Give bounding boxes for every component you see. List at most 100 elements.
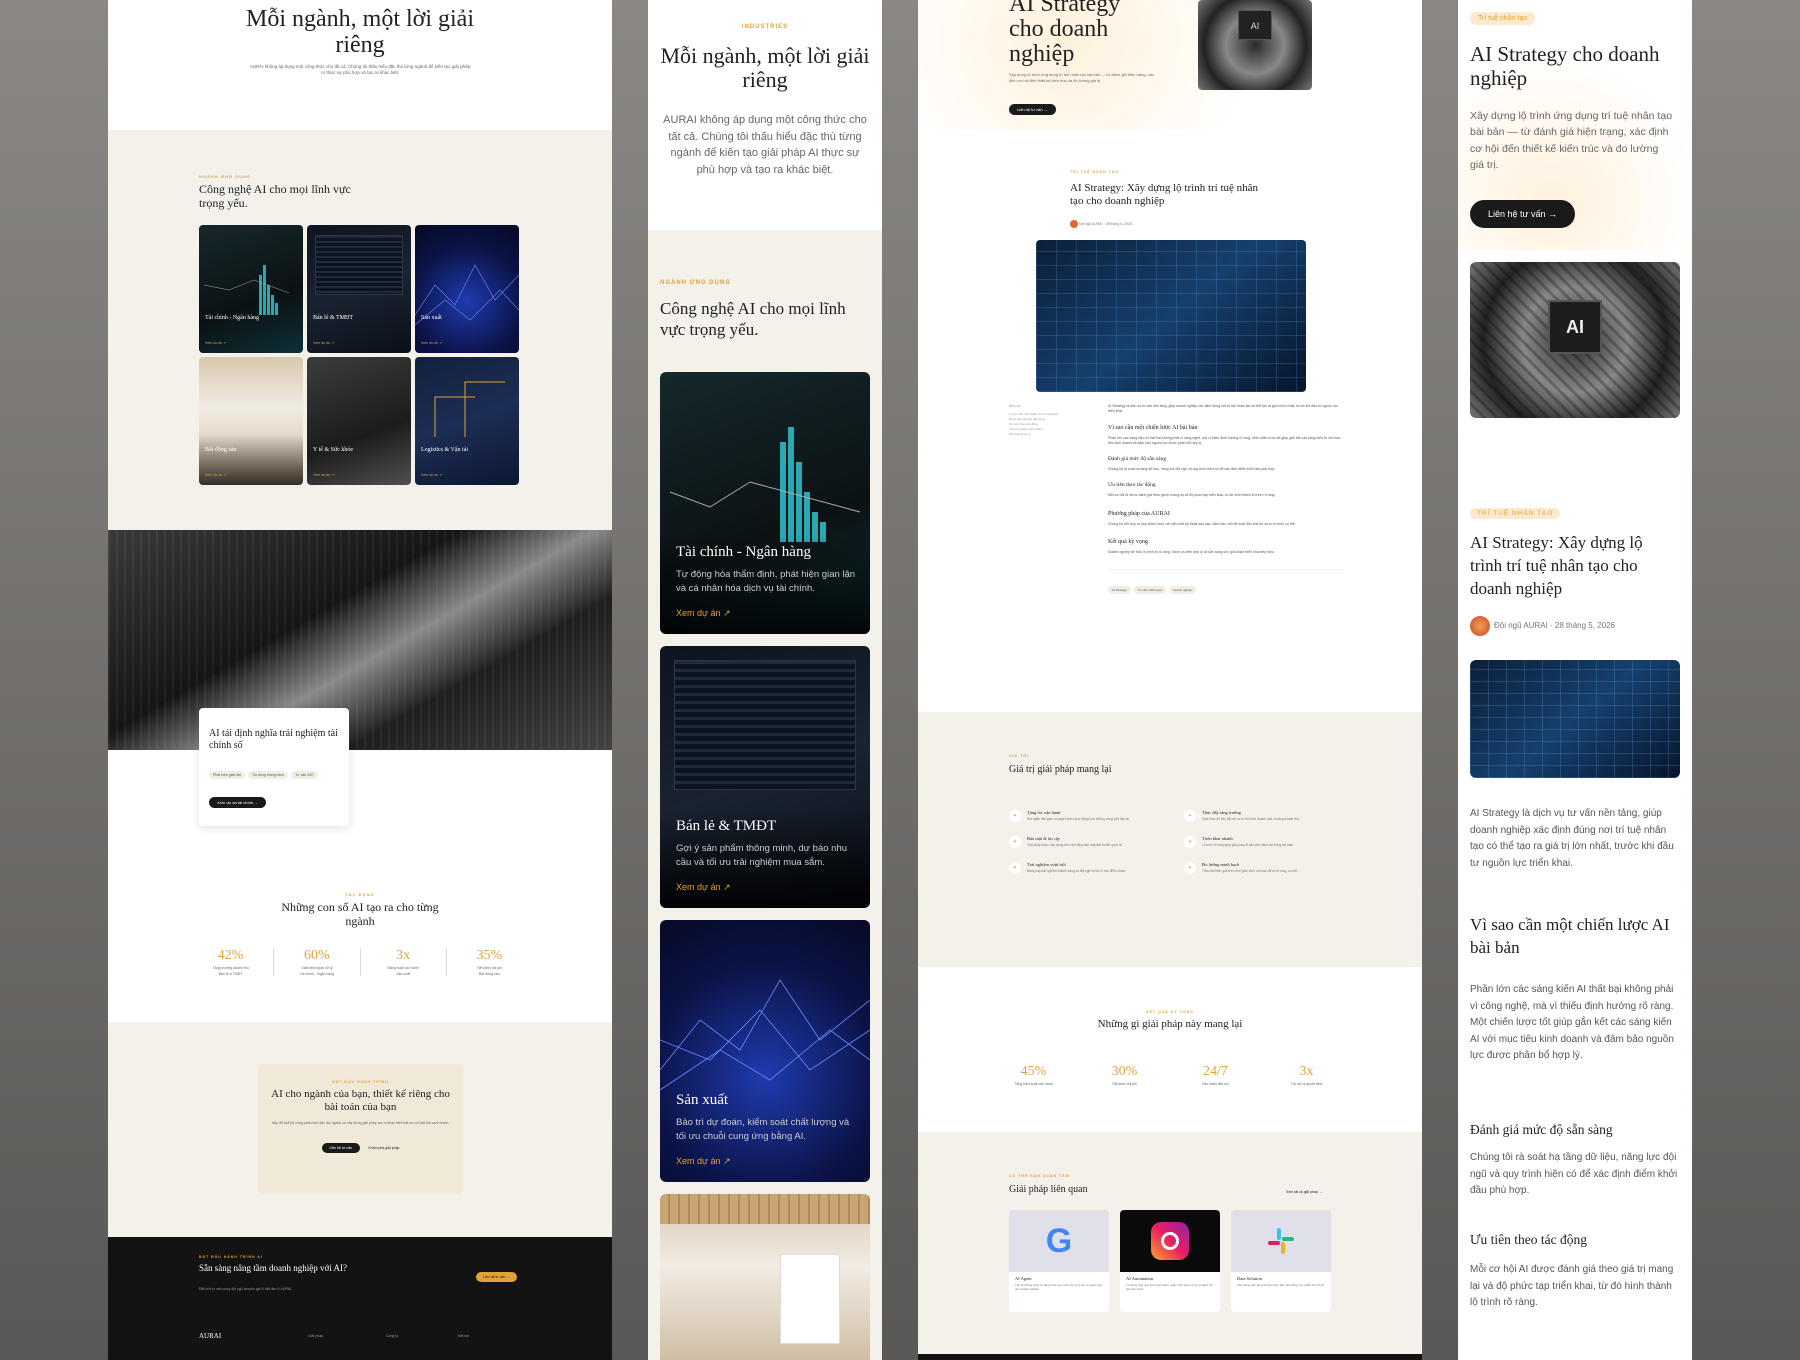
- hero-description: AURAI không áp dụng một công thức cho tấ…: [249, 64, 471, 76]
- card-link[interactable]: Xem dự án ↗: [421, 473, 442, 477]
- card-link[interactable]: Xem dự án ↗: [676, 608, 731, 619]
- tag[interactable]: Tư vấn chiến lược: [1133, 586, 1167, 594]
- industry-card-manufacturing[interactable]: Sản xuất Bảo trì dự đoán, kiểm soát chất…: [660, 920, 870, 1182]
- result-item: 30% Tiết kiệm chi phí: [1111, 1064, 1138, 1086]
- value-item: ✦ Bảo mật & tin cậy Giải pháp được xây dựn…: [1009, 836, 1164, 848]
- card-link[interactable]: Xem dự án ↗: [313, 341, 334, 345]
- card-link[interactable]: Xem dự án ↗: [421, 341, 442, 345]
- industry-card-finance[interactable]: Tài chính - Ngân hàng Xem dự án ↗: [199, 225, 303, 353]
- value-item: ✦ Đo lường minh bạch Theo dõi hiệu quả the…: [1184, 862, 1339, 874]
- results-title: Những gì giải pháp này mang lại: [1097, 1018, 1243, 1030]
- card-title: Y tế & Sức khỏe: [313, 447, 354, 453]
- stat-item: 60% Giảm thời gian xử lý Tài chính - Ngân …: [273, 948, 359, 976]
- card-title: Logistics & Vận tải: [421, 447, 469, 453]
- card-description: Gợi ý sản phẩm thông minh, dự báo nhu cầ…: [676, 843, 848, 869]
- arrow-ne-icon: ↗: [223, 473, 227, 477]
- industry-card-realestate[interactable]: Bất động sản Xem dự án ↗: [199, 357, 303, 485]
- card-description: Bảo trì dự đoán, kiểm soát chất lượng và…: [676, 1117, 850, 1143]
- related-eyebrow: Có thể bạn quan tâm: [1009, 1174, 1070, 1178]
- speed-icon: ✦: [1009, 810, 1021, 822]
- article-heading: Vì sao cần một chiến lược AI bài bản: [1108, 424, 1198, 431]
- cta-primary-button[interactable]: Liên hệ tư vấn: [321, 1143, 360, 1154]
- crane-image: [434, 381, 505, 437]
- footer-eyebrow: Bắt đầu hành trình AI: [199, 1255, 263, 1259]
- toc-item[interactable]: Kết quả kỳ vọng: [1009, 432, 1069, 437]
- footer: Bắt đầu hành trình AI Sẵn sàng nâng tầm …: [108, 1237, 612, 1360]
- author-avatar: [1470, 616, 1490, 636]
- stats-row: 42% Tăng trưởng doanh thu Bán lẻ & TMĐT 60…: [188, 948, 532, 976]
- chart-icon: ✦: [1184, 862, 1196, 874]
- card-link[interactable]: Xem dự án ↗: [676, 1156, 731, 1167]
- arrow-ne-icon: ↗: [723, 882, 731, 892]
- related-all-link[interactable]: Xem tất cả giải pháp →: [1286, 1190, 1322, 1194]
- page-title: Mỗi ngành, một lời giải riêng: [660, 43, 870, 93]
- industry-card-realestate[interactable]: [660, 1194, 870, 1360]
- google-logo-icon: G: [1045, 1221, 1073, 1260]
- arrow-icon: →: [254, 800, 259, 805]
- article-paragraph: Mỗi cơ hội AI được đánh giá theo giá trị…: [1108, 493, 1276, 498]
- industry-card-retail[interactable]: Bán lẻ & TMĐT Xem dự án ↗: [307, 225, 411, 353]
- cta-title: AI cho ngành của bạn, thiết kế riêng cho…: [271, 1088, 450, 1113]
- page-eyebrow: Industries: [741, 24, 789, 30]
- hero-description: Xây dựng lộ trình ứng dụng trí tuệ nhân …: [1470, 110, 1673, 171]
- article-title: AI Strategy: Xây dựng lộ trình trí tuệ n…: [1470, 533, 1643, 598]
- industry-card-manufacturing[interactable]: Sản xuất Xem dự án ↗: [415, 225, 519, 353]
- results-row: 45% Tăng hiệu suất vận hành 30% Tiết kiệm …: [988, 1064, 1352, 1086]
- feature-card: AI tái định nghĩa trải nghiệm tài chính …: [199, 708, 349, 826]
- card-link[interactable]: Xem dự án ↗: [313, 473, 334, 477]
- industry-card-retail[interactable]: Bán lẻ & TMĐT Gợi ý sản phẩm thông minh,…: [660, 646, 870, 908]
- footer-col: Giải pháp: [308, 1334, 323, 1338]
- stats-eyebrow: Tác động: [345, 892, 375, 897]
- related-card-data-solution[interactable]: Data Solution Xây dựng nền tảng dữ liệu …: [1231, 1210, 1331, 1312]
- industry-card-finance[interactable]: Tài chính - Ngân hàng Tự động hóa thẩm đ…: [660, 372, 870, 634]
- industry-card-healthcare[interactable]: Y tế & Sức khỏe Xem dự án ↗: [307, 357, 411, 485]
- page-title: Mỗi ngành, một lời giải riêng: [245, 6, 474, 59]
- growth-icon: ✦: [1184, 810, 1196, 822]
- skyscraper-image: [108, 530, 612, 750]
- feature-button[interactable]: Xem dự án tài chính →: [209, 797, 267, 808]
- article-paragraph: Chúng tôi rà soát hạ tầng dữ liệu, năng …: [1108, 467, 1276, 471]
- values-eyebrow: Giá trị: [1009, 754, 1029, 758]
- hero-contact-button[interactable]: Liên hệ tư vấn →: [1470, 200, 1576, 228]
- arrow-ne-icon: ↗: [331, 341, 335, 345]
- stats-title: Những con số AI tạo ra cho từng ngành: [281, 900, 439, 929]
- industries-desktop-panel: Mỗi ngành, một lời giải riêng AURAI khôn…: [108, 0, 612, 1360]
- results-eyebrow: Kết quả kỳ vọng: [1146, 1010, 1194, 1014]
- value-item: ✦ Triển khai nhanh Lộ trình rõ ràng giúp g…: [1184, 836, 1339, 848]
- tag[interactable]: Doanh nghiệp: [1169, 586, 1197, 594]
- article-body: AI Strategy là dịch vụ tư vấn nền tảng, …: [1108, 404, 1343, 596]
- article-paragraph: Chúng tôi rà soát hạ tầng dữ liệu, năng …: [1470, 1152, 1678, 1196]
- article-paragraph: Chúng tôi kết hợp tư duy chiến lược với …: [1108, 521, 1296, 526]
- card-title: Tài chính - Ngân hàng: [205, 315, 259, 321]
- related-card-ai-agent[interactable]: G AI Agent Tác tử thông minh tự động hóa…: [1009, 1210, 1109, 1312]
- footer-title: Sẵn sàng nâng tầm doanh nghiệp với AI?: [199, 1263, 347, 1273]
- card-title: Sản xuất: [421, 315, 442, 321]
- card-link[interactable]: Xem dự án ↗: [205, 341, 226, 345]
- feature-tags: Phát hiện gian lận Tín dụng thông minh Tư …: [209, 763, 339, 781]
- cta-secondary-button[interactable]: Khám phá giải pháp: [368, 1146, 399, 1150]
- card-link[interactable]: Xem dự án ↗: [205, 473, 226, 477]
- card-title: Sản xuất: [676, 1092, 729, 1108]
- code-screen-image: [315, 235, 403, 295]
- solution-detail-mobile-panel: Trí tuệ nhân tạo AI Strategy cho doanh n…: [1458, 0, 1692, 1360]
- industry-card-logistics[interactable]: Logistics & Vận tải Xem dự án ↗: [415, 357, 519, 485]
- card-link[interactable]: Xem dự án ↗: [676, 882, 731, 893]
- tag[interactable]: AI Strategy: [1108, 586, 1131, 594]
- cta-eyebrow: Bắt đầu hành trình: [332, 1080, 389, 1084]
- hero-contact-button[interactable]: Liên hệ tư vấn →: [1009, 104, 1056, 115]
- author-avatar: [1070, 220, 1078, 228]
- card-title: Bất động sản: [205, 447, 237, 453]
- article-title: AI Strategy: Xây dựng lộ trình trí tuệ n…: [1070, 182, 1259, 208]
- arrow-ne-icon: ↗: [331, 473, 335, 477]
- footer-col: Kết nối: [458, 1334, 469, 1338]
- shield-icon: ✦: [1009, 836, 1021, 848]
- related-card-ai-automation[interactable]: AI Automation Tự động hóa quy trình vận …: [1120, 1210, 1220, 1312]
- footer-cta-button[interactable]: Liên hệ tư vấn →: [476, 1272, 517, 1282]
- instagram-logo-icon: [1151, 1222, 1189, 1260]
- article-meta: Đội ngũ AURAI · 28 tháng 5, 2026: [1470, 616, 1615, 636]
- article-paragraph: Doanh nghiệp sở hữu lộ trình AI rõ ràng,…: [1108, 549, 1275, 554]
- article-heading: Ưu tiên theo tác động: [1470, 1232, 1587, 1247]
- stat-item: 35% Tiết kiệm chi phí Bất động sản: [445, 948, 532, 976]
- article-meta: Đội ngũ AURAI · 28 tháng 5, 2026: [1070, 220, 1132, 228]
- footer-description: Đặt lịch tư vấn cùng đội ngũ chuyên gia …: [199, 1287, 293, 1291]
